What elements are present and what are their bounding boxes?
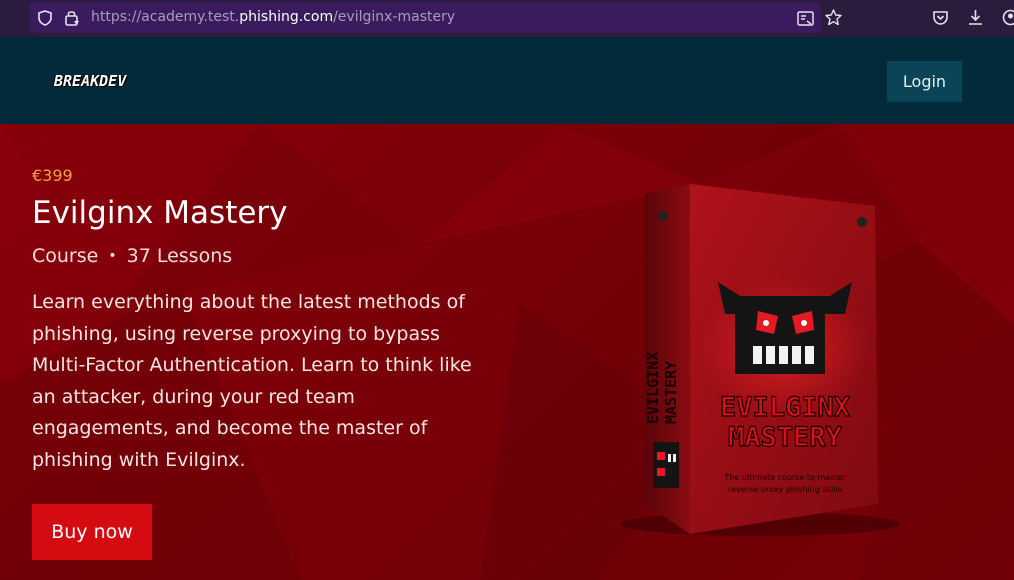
address-bar[interactable]: https://academy.test.phishing.com/evilgi… [29, 2, 842, 33]
url-text[interactable]: https://academy.test.phishing.com/evilgi… [91, 9, 455, 25]
lesson-count: 37 Lessons [126, 245, 233, 267]
shield-icon[interactable] [38, 10, 52, 26]
box-tagline-1: The ultimate course to master [723, 473, 846, 482]
browser-toolbar: https://academy.test.phishing.com/evilgi… [0, 0, 1014, 37]
star-icon[interactable] [825, 9, 842, 26]
side-monster-icon [653, 442, 679, 488]
breakdev-logo[interactable]: BREAKDEV [54, 72, 126, 90]
download-icon[interactable] [967, 9, 984, 26]
box-front-title-1: EVILGINX [720, 392, 850, 423]
product-description: Learn everything about the latest method… [32, 291, 472, 471]
price: €399 [32, 166, 73, 185]
box-side-title-1: EVILGINX [644, 352, 662, 424]
site-header: BREAKDEV Login [0, 37, 1014, 124]
meta-separator: • [108, 248, 117, 264]
product-title: Evilginx Mastery [32, 195, 288, 231]
box-side-title-2: MASTERY [662, 361, 680, 424]
url-path: /evilginx-mastery [333, 9, 456, 25]
url-prefix: https://academy.test. [91, 9, 240, 25]
box-front-title-2: MASTERY [728, 422, 843, 453]
box-tagline-2: reverse-proxy phishing skills [728, 485, 842, 494]
account-icon[interactable] [1002, 9, 1014, 26]
url-domain: phishing.com [239, 9, 334, 25]
product-type: Course [32, 245, 99, 267]
reader-view-icon[interactable] [797, 11, 814, 26]
pocket-icon[interactable] [932, 9, 949, 26]
login-button[interactable]: Login [887, 61, 962, 102]
lock-icon[interactable] [64, 9, 80, 26]
product-meta: Course • 37 Lessons [32, 245, 232, 267]
buy-now-button[interactable]: Buy now [32, 504, 152, 560]
product-box-image: EVILGINX MASTERY The ultimate course to … [620, 184, 900, 536]
hero-section: €399 Evilginx Mastery Course • 37 Lessons … [0, 124, 1014, 580]
